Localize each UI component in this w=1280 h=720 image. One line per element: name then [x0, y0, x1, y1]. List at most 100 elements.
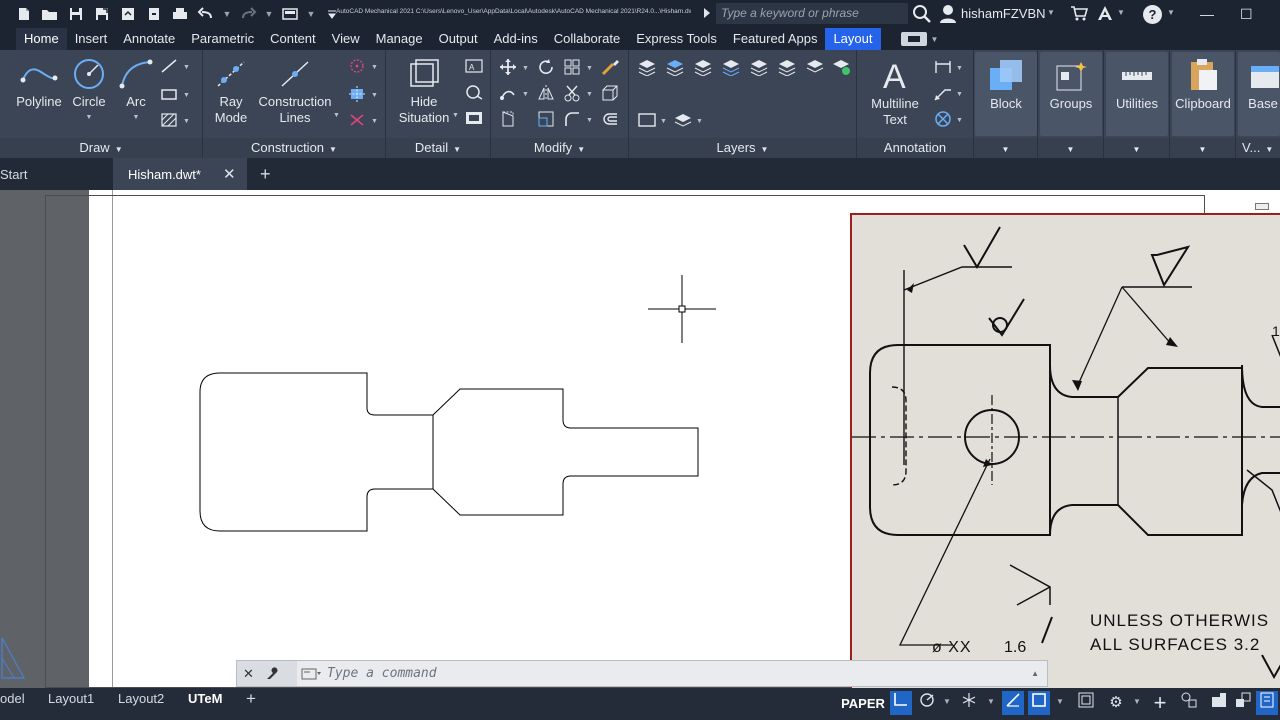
- offset-icon[interactable]: [601, 110, 619, 132]
- chevron-down-icon[interactable]: ▼: [371, 92, 378, 99]
- maximize-icon[interactable]: ☐: [1240, 6, 1253, 23]
- layer-walk-icon[interactable]: [673, 112, 693, 134]
- chevron-down-icon[interactable]: ▼: [452, 112, 459, 119]
- draw-panel-footer[interactable]: Draw ▼: [0, 138, 202, 158]
- detail-border-icon[interactable]: [464, 110, 484, 130]
- save-as-icon[interactable]: [92, 4, 112, 24]
- object-snap-icon[interactable]: [1028, 691, 1050, 715]
- chevron-down-icon[interactable]: ▼: [956, 65, 963, 72]
- chevron-down-icon[interactable]: ▼: [1056, 697, 1064, 706]
- tab-view[interactable]: View: [324, 28, 368, 50]
- tab-annotate[interactable]: Annotate: [115, 28, 183, 50]
- layer-unisolate-icon[interactable]: [721, 58, 741, 80]
- array-icon[interactable]: [563, 58, 581, 80]
- tab-add-ins[interactable]: Add-ins: [486, 28, 546, 50]
- chevron-down-icon[interactable]: ▼: [696, 118, 703, 125]
- web-mobile-icon[interactable]: [144, 4, 164, 24]
- tab-utem[interactable]: UTeM: [188, 688, 222, 712]
- redo-icon[interactable]: [238, 4, 258, 24]
- help-icon[interactable]: ?: [1143, 5, 1162, 24]
- paper-space-toggle[interactable]: PAPER: [840, 688, 886, 720]
- viewport-minimize-icon[interactable]: [1255, 203, 1269, 210]
- utilities-panel-footer[interactable]: ▼: [1104, 138, 1169, 158]
- tab-output[interactable]: Output: [431, 28, 486, 50]
- close-icon[interactable]: ✕: [243, 666, 254, 682]
- center-mark-icon[interactable]: [348, 86, 366, 106]
- tab-layout[interactable]: Layout: [825, 28, 881, 50]
- leader-icon[interactable]: [933, 84, 953, 106]
- ray-mode-button[interactable]: Ray Mode: [209, 58, 253, 126]
- scale-3d-icon[interactable]: [601, 84, 619, 106]
- layer-lock-icon[interactable]: [805, 58, 825, 80]
- workspace-gear-icon[interactable]: ⚙: [1105, 691, 1127, 715]
- quick-properties-icon[interactable]: [1208, 691, 1230, 715]
- undo-icon[interactable]: [196, 4, 216, 24]
- stretch-icon[interactable]: [499, 110, 517, 132]
- close-icon[interactable]: ✕: [223, 158, 236, 192]
- tab-featured-apps[interactable]: Featured Apps: [725, 28, 826, 50]
- drawing-area[interactable]: ø XX 1.6 1.6 UNLESS OTHERWIS ALL SURFACE…: [0, 190, 1280, 688]
- layer-properties-icon[interactable]: [637, 58, 657, 80]
- open-icon[interactable]: [40, 4, 60, 24]
- tab-model[interactable]: odel: [0, 688, 25, 712]
- groups-button[interactable]: Groups: [1040, 58, 1102, 112]
- chevron-down-icon[interactable]: ▼: [371, 64, 378, 71]
- chevron-down-icon[interactable]: ▼: [987, 697, 995, 706]
- delete-construction-icon[interactable]: [348, 112, 366, 132]
- chevron-down-icon[interactable]: ▼: [183, 118, 190, 125]
- chevron-down-icon[interactable]: ▼: [116, 110, 156, 126]
- utilities-button[interactable]: Utilities: [1106, 58, 1168, 112]
- add-layout-icon[interactable]: +: [246, 688, 256, 712]
- arc-button[interactable]: Arc ▼: [116, 58, 156, 126]
- object-snap-tracking-icon[interactable]: [1002, 691, 1024, 715]
- tab-layout1[interactable]: Layout1: [48, 688, 94, 712]
- units-icon[interactable]: [1178, 691, 1200, 715]
- layer-off-icon[interactable]: [749, 58, 769, 80]
- tab-manage[interactable]: Manage: [368, 28, 431, 50]
- chevron-down-icon[interactable]: ▼: [956, 91, 963, 98]
- fillet-icon[interactable]: [563, 110, 581, 132]
- trim-icon[interactable]: [563, 84, 581, 106]
- block-panel-footer[interactable]: ▼: [974, 138, 1037, 158]
- chevron-down-icon[interactable]: ▼: [183, 64, 190, 71]
- help-search-input[interactable]: Type a keyword or phrase: [716, 3, 908, 24]
- layer-freeze-icon[interactable]: [777, 58, 797, 80]
- username[interactable]: hishamFZVBN: [961, 6, 1046, 21]
- expand-title-icon[interactable]: [704, 8, 710, 18]
- multiline-text-button[interactable]: A Multiline Text: [867, 58, 923, 128]
- clipboard-button[interactable]: Clipboard: [1172, 58, 1234, 112]
- block-button[interactable]: Block: [975, 58, 1037, 112]
- detail-scale-icon[interactable]: [464, 84, 484, 104]
- hatch-icon[interactable]: [160, 112, 178, 132]
- chevron-down-icon[interactable]: ▼: [1047, 8, 1055, 17]
- chevron-up-icon[interactable]: ▲: [1031, 669, 1039, 678]
- chevron-down-icon[interactable]: ▼: [522, 91, 529, 98]
- detail-text-icon[interactable]: A: [464, 58, 484, 78]
- isolate-objects-icon[interactable]: [1232, 691, 1254, 715]
- chevron-down-icon[interactable]: ▼: [1167, 8, 1175, 17]
- chevron-down-icon[interactable]: ▼: [586, 91, 593, 98]
- reference-photo[interactable]: ø XX 1.6 1.6 UNLESS OTHERWIS ALL SURFACE…: [850, 213, 1280, 688]
- match-properties-icon[interactable]: [601, 58, 621, 80]
- maximize-viewport-icon[interactable]: [1075, 691, 1097, 715]
- polar-tracking-icon[interactable]: [916, 691, 938, 715]
- layers-panel-footer[interactable]: Layers ▼: [629, 138, 856, 158]
- user-icon[interactable]: [939, 4, 957, 24]
- autodesk-a360-icon[interactable]: [1096, 4, 1114, 27]
- new-tab-icon[interactable]: +: [260, 158, 280, 190]
- search-icon[interactable]: [912, 4, 932, 24]
- tab-collaborate[interactable]: Collaborate: [546, 28, 629, 50]
- publish-icon[interactable]: [118, 4, 138, 24]
- circle-button[interactable]: Circle ▼: [68, 58, 110, 126]
- workspace-dropdown-icon[interactable]: ▼: [306, 4, 316, 24]
- layer-isolate-icon[interactable]: [693, 58, 713, 80]
- layer-match-icon[interactable]: [831, 58, 851, 80]
- groups-panel-footer[interactable]: ▼: [1038, 138, 1103, 158]
- command-line[interactable]: ✕ Type a command ▲: [236, 660, 1048, 687]
- tab-insert[interactable]: Insert: [67, 28, 116, 50]
- clipboard-panel-footer[interactable]: ▼: [1170, 138, 1235, 158]
- line-icon[interactable]: [160, 58, 178, 78]
- make-current-icon[interactable]: [637, 112, 657, 132]
- chevron-down-icon[interactable]: ▼: [1117, 8, 1125, 17]
- ribbon-minimize-icon[interactable]: [900, 32, 927, 46]
